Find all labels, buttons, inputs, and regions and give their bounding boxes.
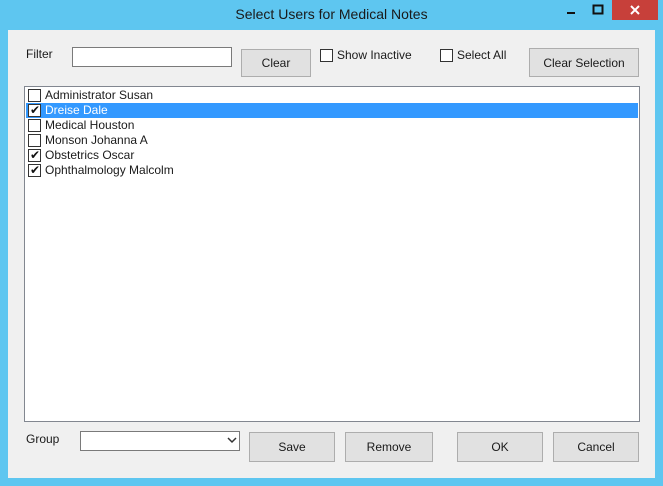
minimize-button[interactable] <box>557 0 585 20</box>
users-list[interactable]: Administrator Susan ✔ Dreise Dale Medical H… <box>24 86 640 422</box>
filter-label: Filter <box>26 47 53 61</box>
clear-filter-button[interactable]: Clear <box>241 49 311 77</box>
remove-group-button[interactable]: Remove <box>345 432 433 462</box>
select-all-label: Select All <box>457 48 507 62</box>
show-inactive-label: Show Inactive <box>337 48 412 62</box>
close-icon <box>630 5 640 15</box>
list-item[interactable]: ✔ Obstetrics Oscar <box>26 148 638 163</box>
user-checkbox[interactable] <box>28 119 41 132</box>
dialog-window: Select Users for Medical Notes Filter Cl… <box>0 0 663 486</box>
list-item[interactable]: ✔ Dreise Dale <box>26 103 638 118</box>
user-checkbox[interactable] <box>28 134 41 147</box>
list-item[interactable]: ✔ Ophthalmology Malcolm <box>26 163 638 178</box>
user-name: Administrator Susan <box>45 88 154 102</box>
user-checkbox[interactable]: ✔ <box>28 164 41 177</box>
user-name: Obstetrics Oscar <box>45 148 135 162</box>
show-inactive-checkbox[interactable] <box>320 49 333 62</box>
group-select[interactable] <box>80 431 240 451</box>
dialog-content: Filter Clear Show Inactive Select All Cl… <box>8 30 655 478</box>
checkmark-icon: ✔ <box>30 103 41 117</box>
chevron-down-icon <box>227 437 237 444</box>
user-name: Dreise Dale <box>45 103 108 117</box>
checkmark-icon: ✔ <box>30 148 41 162</box>
clear-selection-button[interactable]: Clear Selection <box>529 48 639 77</box>
save-group-button[interactable]: Save <box>249 432 335 462</box>
user-name: Medical Houston <box>45 118 135 132</box>
checkmark-icon: ✔ <box>30 163 41 177</box>
list-item[interactable]: Medical Houston <box>26 118 638 133</box>
user-checkbox[interactable] <box>28 89 41 102</box>
group-label: Group <box>26 432 60 446</box>
close-button[interactable] <box>612 0 658 20</box>
list-item[interactable]: Monson Johanna A <box>26 133 638 148</box>
title-bar[interactable]: Select Users for Medical Notes <box>0 0 663 30</box>
cancel-button[interactable]: Cancel <box>553 432 639 462</box>
select-all-checkbox[interactable] <box>440 49 453 62</box>
list-item[interactable]: Administrator Susan <box>26 88 638 103</box>
filter-input[interactable] <box>72 47 232 67</box>
ok-button[interactable]: OK <box>457 432 543 462</box>
maximize-icon <box>592 4 604 15</box>
user-checkbox[interactable]: ✔ <box>28 149 41 162</box>
maximize-button[interactable] <box>585 0 611 20</box>
minimize-icon <box>567 12 575 14</box>
user-checkbox[interactable]: ✔ <box>28 104 41 117</box>
user-name: Monson Johanna A <box>45 133 148 147</box>
user-name: Ophthalmology Malcolm <box>45 163 174 177</box>
